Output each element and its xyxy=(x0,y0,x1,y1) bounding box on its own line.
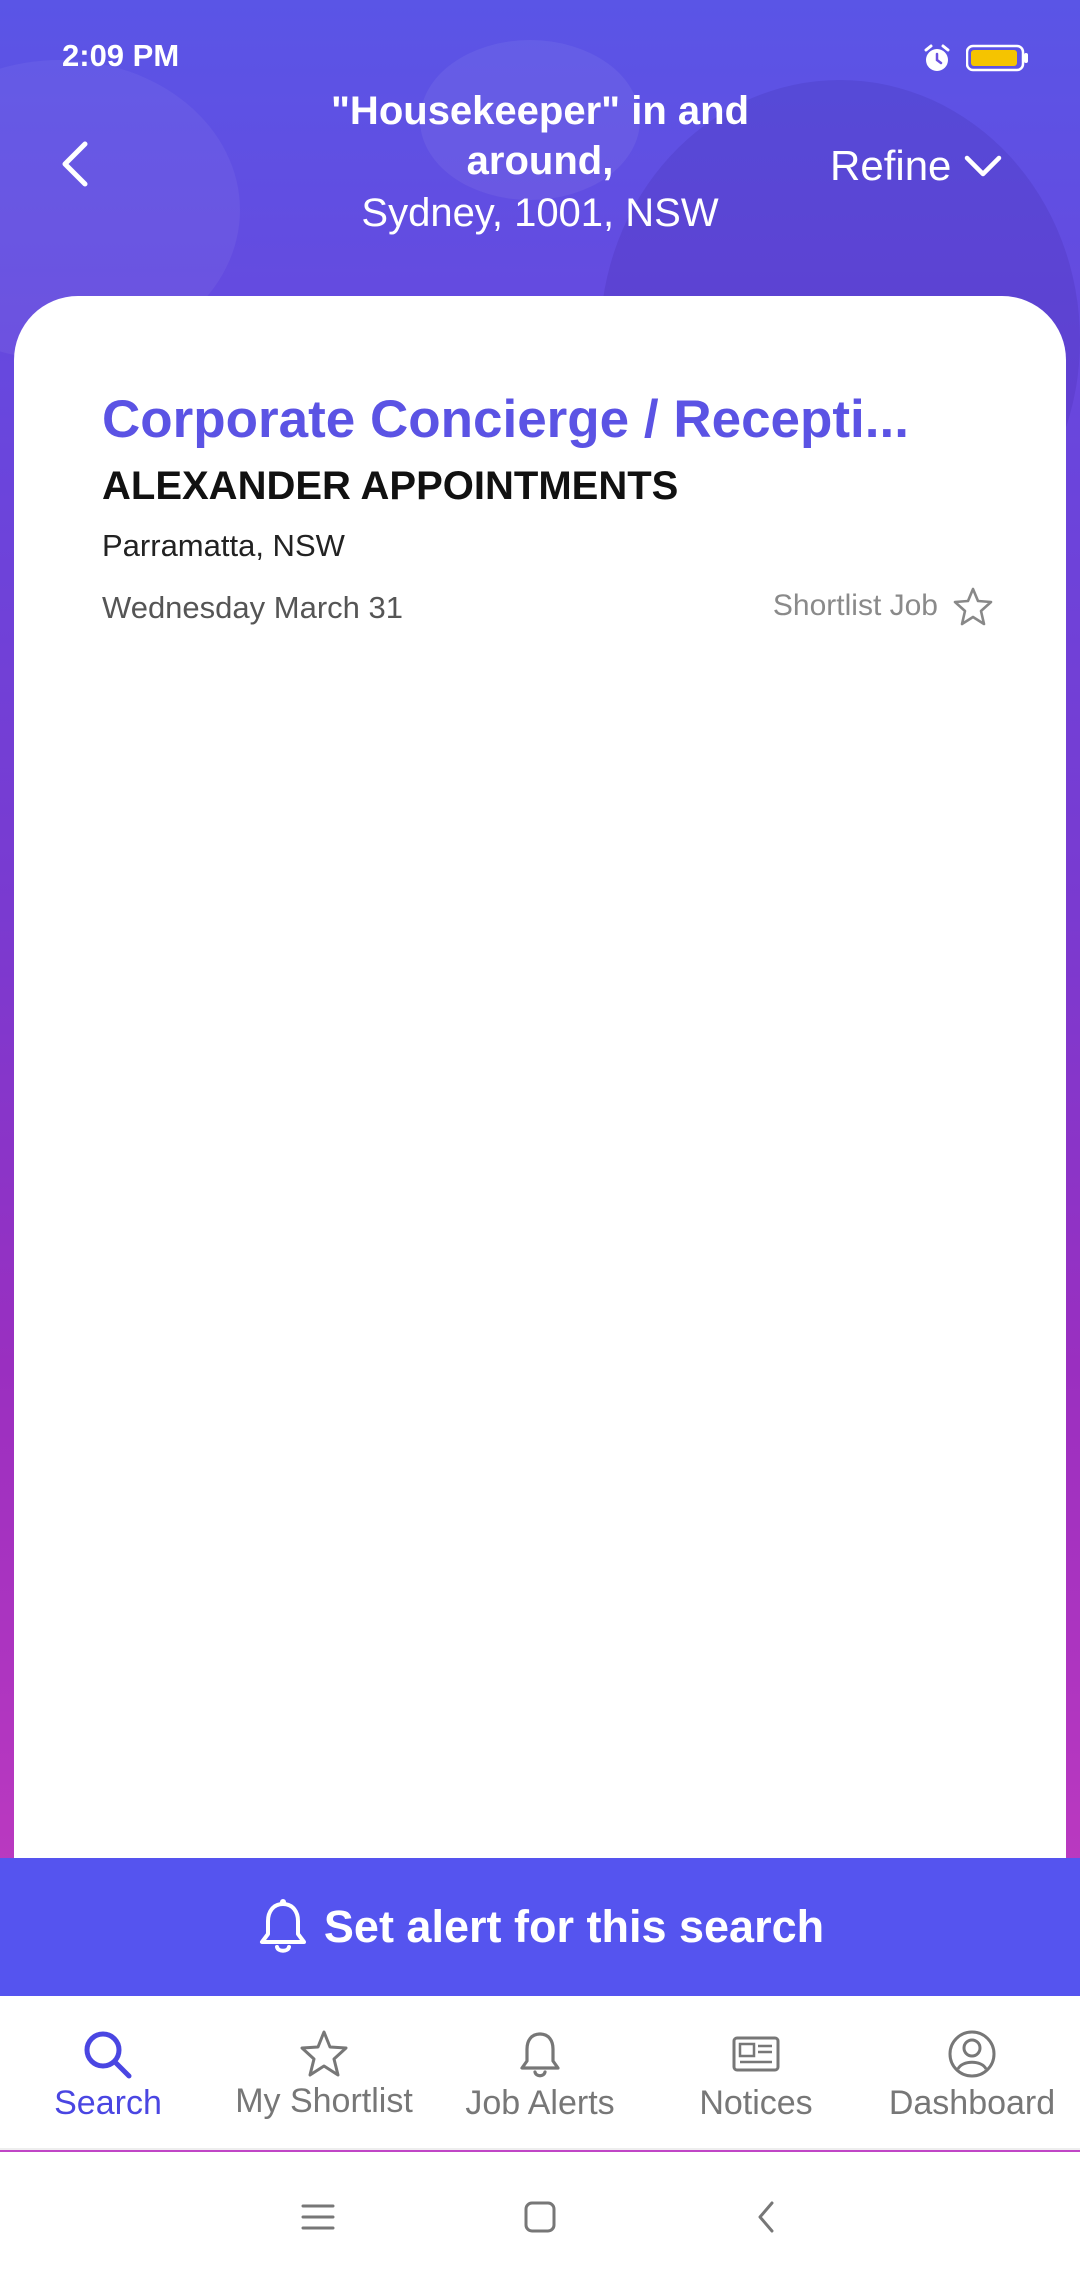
alarm-icon xyxy=(920,42,954,76)
search-location: Sydney, 1001, NSW xyxy=(361,191,719,235)
refine-label: Refine xyxy=(830,142,952,189)
job-location: Parramatta, NSW xyxy=(102,528,345,563)
nav-label-dashboard: Dashboard xyxy=(888,2084,1056,2122)
set-alert-label: Set alert for this search xyxy=(323,1901,825,1952)
battery-icon xyxy=(965,44,1030,72)
search-header: "Housekeeper" in and around, Sydney, 100… xyxy=(0,80,1080,280)
nav-item-job-alerts[interactable]: Job Alerts xyxy=(432,1996,648,2148)
bell-icon xyxy=(259,1899,306,1953)
bottom-nav: Search My Shortlist Job Alerts Notices D… xyxy=(0,1996,1080,2150)
star-outline-icon xyxy=(300,2030,348,2077)
back-icon[interactable] xyxy=(736,2192,796,2242)
search-query: "Housekeeper" in and around, xyxy=(330,89,750,183)
status-time: 2:09 PM xyxy=(62,38,180,73)
shortlist-job-button[interactable]: Shortlist Job xyxy=(773,586,994,626)
nav-item-my-shortlist[interactable]: My Shortlist xyxy=(216,1996,432,2148)
set-alert-button[interactable]: Set alert for this search xyxy=(0,1858,1080,1996)
nav-item-notices[interactable]: Notices xyxy=(648,1996,864,2148)
star-outline-icon xyxy=(953,587,993,626)
nav-label-notices: Notices xyxy=(699,2084,813,2122)
system-nav-bar xyxy=(0,2152,1080,2280)
search-summary: "Housekeeper" in and around, Sydney, 100… xyxy=(270,86,810,238)
refine-button[interactable]: Refine xyxy=(830,136,1003,196)
job-title[interactable]: Corporate Concierge / Recepti... xyxy=(102,388,972,452)
chevron-left-icon xyxy=(62,141,88,187)
job-company: ALEXANDER APPOINTMENTS xyxy=(102,464,679,508)
shortlist-label: Shortlist Job xyxy=(772,589,938,622)
menu-icon[interactable] xyxy=(288,2192,348,2242)
user-circle-icon xyxy=(948,2030,996,2078)
nav-item-dashboard[interactable]: Dashboard xyxy=(864,1996,1080,2148)
nav-item-search[interactable]: Search xyxy=(0,1996,216,2148)
nav-label-search: Search xyxy=(54,2084,162,2122)
nav-label-job-alerts: Job Alerts xyxy=(465,2084,615,2122)
results-card: Corporate Concierge / Recepti... ALEXAND… xyxy=(14,296,1066,1858)
back-button[interactable] xyxy=(44,134,104,194)
bell-icon xyxy=(520,2032,560,2078)
newspaper-icon xyxy=(732,2036,780,2072)
search-icon xyxy=(84,2031,132,2079)
home-icon[interactable] xyxy=(510,2192,570,2242)
nav-label-my-shortlist: My Shortlist xyxy=(235,2082,413,2120)
chevron-down-icon xyxy=(965,155,1002,177)
